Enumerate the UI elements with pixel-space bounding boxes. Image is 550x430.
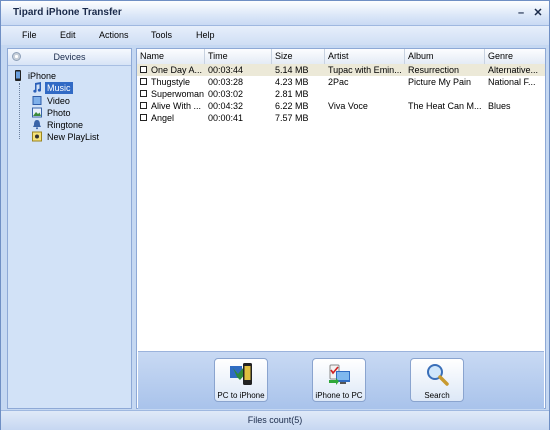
pc-to-iphone-button[interactable]: PC to iPhone <box>214 358 268 402</box>
menu-help[interactable]: Help <box>196 30 215 40</box>
iphone-icon <box>15 70 21 81</box>
pc-to-iphone-icon <box>230 363 252 385</box>
tree-device-label: iPhone <box>28 71 57 81</box>
menu-actions[interactable]: Actions <box>99 30 129 40</box>
iphone-to-pc-icon <box>329 364 350 385</box>
row-checkbox[interactable] <box>140 102 147 109</box>
cell-name: Thugstyle <box>151 77 191 87</box>
cell-artist: Tupac with Emin... <box>328 65 402 75</box>
sidebar-item-label: Photo <box>47 108 71 118</box>
sidebar-item-label: Video <box>47 96 70 106</box>
table-header: Name Time Size Artist Album Genre <box>137 49 545 65</box>
cell-artist: Viva Voce <box>328 101 368 111</box>
row-checkbox[interactable] <box>140 114 147 121</box>
cell-genre: Alternative... <box>488 65 539 75</box>
devices-sidebar: Devices iPhone Music Video Photo Rington… <box>7 48 132 409</box>
devices-header: Devices <box>8 49 131 66</box>
cell-time: 00:00:41 <box>208 113 244 123</box>
sidebar-item-label: Music <box>45 82 73 94</box>
tree-connector <box>19 83 20 139</box>
cell-genre: National F... <box>488 77 536 87</box>
close-button[interactable]: ✕ <box>531 6 545 20</box>
search-icon <box>427 364 449 386</box>
cell-size: 7.57 MB <box>275 113 309 123</box>
table-row[interactable]: Alive With ... 00:04:32 6.22 MB Viva Voc… <box>137 100 545 112</box>
cell-time: 00:03:02 <box>208 89 244 99</box>
sidebar-item-label: New PlayList <box>47 132 100 142</box>
cell-album: Picture My Pain <box>408 77 472 87</box>
table-row[interactable]: Angel 00:00:41 7.57 MB <box>137 112 545 124</box>
window-title: Tipard iPhone Transfer <box>13 7 122 18</box>
cell-artist: 2Pac <box>328 77 349 87</box>
cell-artist <box>325 112 405 124</box>
status-bar: Files count(5) <box>1 410 549 430</box>
sidebar-item-label: Ringtone <box>47 120 84 130</box>
photo-icon <box>32 107 42 118</box>
cell-name: Superwoman <box>151 89 205 99</box>
column-header-album[interactable]: Album <box>405 49 485 64</box>
devices-header-label: Devices <box>53 52 86 62</box>
app-window: Tipard iPhone Transfer – ✕ File Edit Act… <box>0 0 550 430</box>
table-row[interactable]: One Day A... 00:03:44 5.14 MB Tupac with… <box>137 64 545 76</box>
cell-artist <box>325 88 405 100</box>
music-note-icon <box>33 82 42 93</box>
iphone-to-pc-button[interactable]: iPhone to PC <box>312 358 366 402</box>
menu-bar: File Edit Actions Tools Help <box>1 26 549 45</box>
video-icon <box>32 96 42 105</box>
cell-size: 4.23 MB <box>275 77 309 87</box>
files-count-text: Files count(5) <box>247 415 303 425</box>
file-list-panel: Name Time Size Artist Album Genre One Da… <box>136 48 546 409</box>
table-row[interactable]: Thugstyle 00:03:28 4.23 MB 2Pac Picture … <box>137 76 545 88</box>
cell-name: Alive With ... <box>151 101 202 111</box>
row-checkbox[interactable] <box>140 90 147 97</box>
cell-genre <box>485 112 545 124</box>
column-header-genre[interactable]: Genre <box>485 49 545 64</box>
search-button[interactable]: Search <box>410 358 464 402</box>
menu-tools[interactable]: Tools <box>151 30 172 40</box>
playlist-icon <box>32 131 42 142</box>
cell-size: 6.22 MB <box>275 101 309 111</box>
cell-album <box>405 112 485 124</box>
iphone-to-pc-label: iPhone to PC <box>315 391 363 400</box>
pc-to-iphone-label: PC to iPhone <box>217 391 265 400</box>
cell-time: 00:03:44 <box>208 65 244 75</box>
search-label: Search <box>424 391 450 400</box>
bell-icon <box>33 120 41 130</box>
cell-time: 00:04:32 <box>208 101 244 111</box>
title-bar: Tipard iPhone Transfer – ✕ <box>1 1 549 26</box>
cell-size: 5.14 MB <box>275 65 309 75</box>
cell-genre: Blues <box>488 101 511 111</box>
cell-name: One Day A... <box>151 65 203 75</box>
column-header-artist[interactable]: Artist <box>325 49 405 64</box>
menu-edit[interactable]: Edit <box>60 30 76 40</box>
minimize-button[interactable]: – <box>514 6 528 20</box>
row-checkbox[interactable] <box>140 78 147 85</box>
column-header-time[interactable]: Time <box>205 49 272 64</box>
cell-time: 00:03:28 <box>208 77 244 87</box>
cell-genre <box>485 88 545 100</box>
cell-name: Angel <box>151 113 175 123</box>
cell-album <box>405 88 485 100</box>
row-checkbox[interactable] <box>140 66 147 73</box>
action-toolbar: PC to iPhone iPhone to PC Search <box>138 351 544 409</box>
cell-size: 2.81 MB <box>275 89 309 99</box>
cell-album: The Heat Can M... <box>408 101 482 111</box>
column-header-size[interactable]: Size <box>272 49 325 64</box>
cell-album: Resurrection <box>408 65 460 75</box>
column-header-name[interactable]: Name <box>137 49 205 64</box>
table-row[interactable]: Superwoman 00:03:02 2.81 MB <box>137 88 545 100</box>
menu-file[interactable]: File <box>22 30 37 40</box>
